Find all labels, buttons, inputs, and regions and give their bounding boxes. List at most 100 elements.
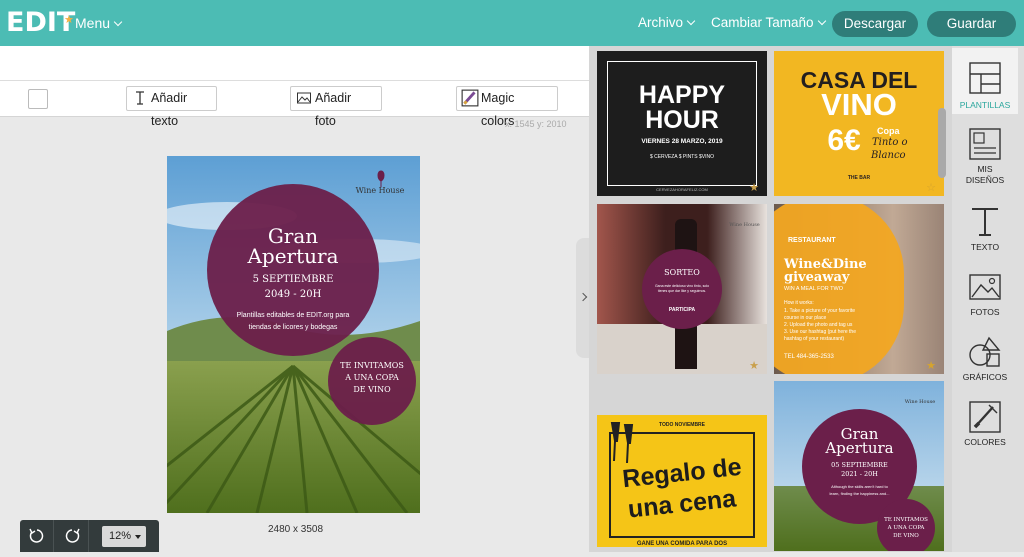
template-wine-dine[interactable]: RESTAURANT Wine&Dine giveaway WIN A MEAL…	[774, 204, 944, 374]
file-menu[interactable]: Archivo	[638, 15, 696, 30]
panel-scrollbar[interactable]	[938, 108, 946, 178]
gran-apertura-2-desc-line1: Although the skills aren't hard to	[831, 484, 888, 489]
sidebar-item-text[interactable]: TEXTO	[952, 192, 1018, 258]
sorteo-cta: PARTICIPA	[668, 307, 696, 313]
gran-apertura-2-desc-line2: learn, finding the happiness and...	[829, 491, 890, 496]
casa-vino-bar: THE BAR	[847, 175, 871, 181]
favorite-star-icon[interactable]: ★	[749, 181, 759, 194]
wine-dine-step1: 1. Take a picture of your favorite	[784, 308, 856, 314]
zoom-bar: 12%	[20, 520, 159, 552]
sidebar-label-photos: FOTOS	[970, 307, 1000, 317]
photos-icon	[969, 274, 1001, 300]
image-icon	[297, 92, 311, 104]
wine-dine-step1b: course in our place	[784, 315, 827, 321]
file-menu-label: Archivo	[638, 15, 684, 30]
logo-star-icon: ★	[64, 13, 74, 26]
gran-apertura-2-badge-line3: DE VINO	[893, 533, 919, 539]
gran-apertura-2-title-line2: Apertura	[825, 439, 894, 457]
caret-down-icon	[135, 535, 141, 539]
casa-vino-tinto: Tinto o	[872, 137, 908, 148]
canvas-badge-line3: DE VINO	[353, 385, 391, 394]
wine-dine-phone: TEL 484-365-2533	[784, 354, 834, 360]
design-canvas[interactable]: Wine House Gran Apertura 5 SEPTIEMBRE 20…	[167, 156, 420, 513]
canvas-date-line1: 5 SEPTIEMBRE	[252, 274, 334, 285]
save-button[interactable]: Guardar	[927, 11, 1016, 37]
chevron-down-icon	[817, 16, 826, 26]
template-regalo-cena[interactable]: TODO NOVIEMBRE Regalo de una cena GANE U…	[597, 415, 767, 547]
canvas-desc-line2: tiendas de licores y bodegas	[248, 324, 338, 331]
zoom-value: 12%	[109, 530, 132, 542]
add-photo-label: Añadir foto	[315, 91, 352, 128]
chevron-down-icon	[686, 16, 696, 26]
gran-apertura-2-date-line1: 05 SEPTIEMBRE	[831, 461, 888, 469]
resize-menu[interactable]: Cambiar Tamaño	[711, 15, 826, 30]
wine-dine-step3b: hashtag of your restaurant)	[784, 336, 845, 342]
sorteo-brand: Wine House	[729, 222, 760, 228]
wine-dine-how: How it works:	[784, 300, 814, 306]
top-bar: EDIT ★ Menu Archivo Cambiar Tamaño Desca…	[0, 0, 1024, 46]
favorite-star-icon[interactable]: ★	[926, 359, 936, 372]
menu-button[interactable]: Menu	[75, 15, 123, 31]
sidebar-label-my-designs-2: DISEÑOS	[965, 175, 1005, 185]
sidebar-item-my-designs[interactable]: MIS DISEÑOS	[952, 114, 1018, 185]
canvas-dimensions: 2480 x 3508	[268, 524, 324, 535]
redo-button[interactable]	[55, 520, 89, 552]
magic-colors-button[interactable]: Magic colors	[456, 86, 558, 128]
my-designs-icon	[969, 128, 1001, 160]
graphics-icon	[969, 336, 1001, 367]
wine-glasses-graphic	[610, 422, 634, 464]
menu-label: Menu	[75, 15, 111, 31]
editor-toolbar: Añadir texto Añadir foto Magic colors	[0, 81, 589, 128]
sorteo-text: Gana este delicioso vino tinto, solo tie…	[654, 284, 710, 293]
favorite-star-icon[interactable]: ☆	[926, 181, 936, 194]
template-gran-apertura-2[interactable]: Wine House Gran Apertura 05 SEPTIEMBRE 2…	[774, 381, 944, 551]
toolbar-blank-strip	[0, 46, 589, 81]
zoom-select[interactable]: 12%	[102, 526, 146, 547]
collapse-panel-tab[interactable]	[576, 238, 590, 358]
template-casa-del-vino[interactable]: CASA DEL VINO 6€ Copa Tinto o Blanco THE…	[774, 51, 944, 196]
colors-icon	[969, 401, 1001, 433]
sidebar-label-text: TEXTO	[970, 242, 1000, 252]
regalo-bottom: GANE UNA COMIDA PARA DOS	[636, 541, 728, 547]
sidebar-label-my-designs: MIS	[977, 164, 993, 174]
wine-dine-restaurant: RESTAURANT	[788, 237, 836, 244]
add-text-button[interactable]: Añadir texto	[126, 86, 217, 128]
canvas-title-line2: Apertura	[247, 244, 339, 268]
cursor-coordinates: x: 1545 y: 2010	[505, 119, 567, 129]
text-cursor-icon	[136, 91, 144, 105]
canvas-badge-line1: TE INVITAMOS	[340, 361, 404, 370]
wine-dine-line2: giveaway	[784, 270, 850, 285]
download-button[interactable]: Descargar	[832, 11, 918, 37]
template-sorteo[interactable]: Wine House SORTEO Gana este delicioso vi…	[597, 204, 767, 374]
sidebar-label-templates: PLANTILLAS	[959, 100, 1011, 110]
sidebar-item-graphics[interactable]: GRÁFICOS	[952, 322, 1018, 388]
happy-hour-footer: CERVEZAHORAFELIZ.COM	[656, 187, 708, 192]
gran-apertura-2-badge-line1: TE INVITAMOS	[884, 517, 928, 523]
happy-hour-items: $ CERVEZA $ PINTS $VINO	[649, 154, 715, 160]
redo-icon	[65, 528, 80, 543]
sorteo-title: SORTEO	[664, 268, 700, 277]
right-sidebar: PLANTILLAS MIS DISEÑOS TEXTO FOTOS GRÁFI…	[952, 46, 1024, 552]
sidebar-item-colors[interactable]: COLORES	[952, 387, 1018, 453]
wine-dine-step3: 3. Use our hashtag (put here the	[784, 329, 856, 335]
canvas-date-line2: 2049 - 20H	[264, 289, 322, 300]
resize-menu-label: Cambiar Tamaño	[711, 15, 814, 30]
canvas-desc-line1: Plantillas editables de EDIT.org para	[236, 312, 350, 319]
casa-vino-copa: Copa	[877, 126, 900, 136]
template-happy-hour[interactable]: HAPPY HOUR VIERNES 28 MARZO, 2019 $ CERV…	[597, 51, 767, 196]
sidebar-item-templates[interactable]: PLANTILLAS	[952, 48, 1018, 114]
sidebar-item-photos[interactable]: FOTOS	[952, 257, 1018, 323]
edit-logo[interactable]: EDIT ★	[6, 8, 75, 38]
add-text-label: Añadir texto	[151, 91, 188, 128]
sidebar-label-colors: COLORES	[964, 437, 1006, 447]
select-all-checkbox[interactable]	[28, 89, 48, 109]
favorite-star-icon[interactable]: ★	[749, 359, 759, 372]
chevron-down-icon	[113, 17, 123, 27]
casa-vino-line2: VINO	[821, 87, 897, 122]
undo-button[interactable]	[20, 520, 54, 552]
happy-hour-line2: HOUR	[645, 106, 719, 134]
add-photo-button[interactable]: Añadir foto	[290, 86, 382, 128]
gran-apertura-2-date-line2: 2021 - 20H	[841, 470, 878, 478]
gran-apertura-2-badge-line2: A UNA COPA	[887, 525, 925, 531]
gran-apertura-2-brand: Wine House	[904, 399, 936, 405]
